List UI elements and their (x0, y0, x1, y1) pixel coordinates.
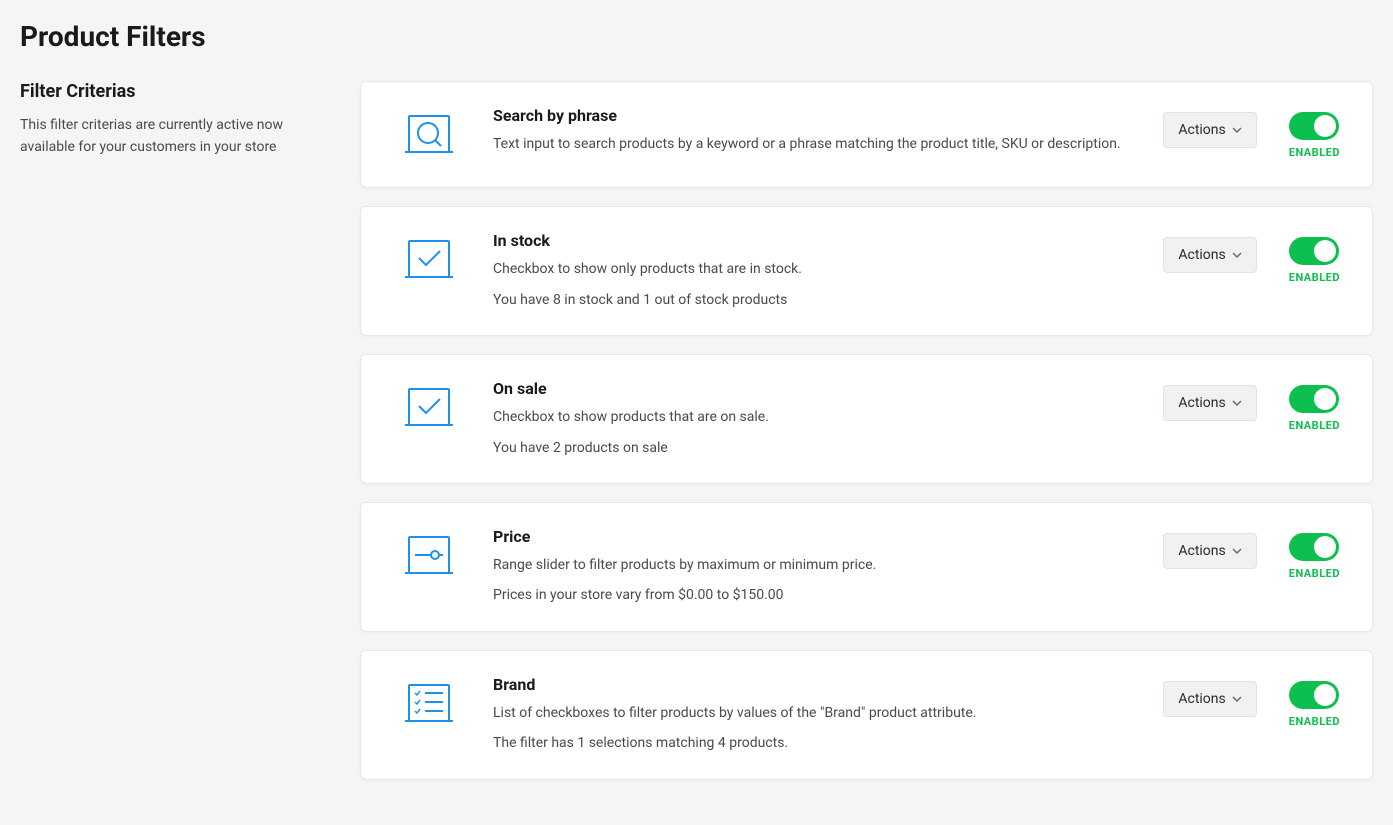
actions-label: Actions (1178, 122, 1225, 138)
actions-button[interactable]: Actions (1163, 533, 1256, 569)
sidebar: Filter Criterias This filter criterias a… (20, 81, 340, 798)
actions-button[interactable]: Actions (1163, 237, 1256, 273)
toggle-label: ENABLED (1289, 715, 1340, 728)
check-icon (393, 379, 493, 431)
toggle-label: ENABLED (1289, 419, 1340, 432)
search-icon (393, 106, 493, 158)
filter-title: Search by phrase (493, 106, 1163, 125)
actions-label: Actions (1178, 247, 1225, 263)
enable-toggle[interactable] (1289, 385, 1339, 413)
filter-meta: The filter has 1 selections matching 4 p… (493, 732, 1163, 754)
filter-title: On sale (493, 379, 1163, 398)
actions-button[interactable]: Actions (1163, 385, 1256, 421)
actions-label: Actions (1178, 543, 1225, 559)
filter-title: Price (493, 527, 1163, 546)
filter-description: Checkbox to show only products that are … (493, 258, 1163, 280)
filter-card-brand: Brand List of checkboxes to filter produ… (360, 650, 1373, 780)
actions-button[interactable]: Actions (1163, 112, 1256, 148)
sidebar-description: This filter criterias are currently acti… (20, 114, 340, 159)
chevron-down-icon (1232, 546, 1242, 556)
enable-toggle[interactable] (1289, 681, 1339, 709)
toggle-label: ENABLED (1289, 271, 1340, 284)
enable-toggle[interactable] (1289, 533, 1339, 561)
slider-icon (393, 527, 493, 579)
filter-card-on-sale: On sale Checkbox to show products that a… (360, 354, 1373, 484)
filter-meta: Prices in your store vary from $0.00 to … (493, 584, 1163, 606)
filter-meta: You have 2 products on sale (493, 437, 1163, 459)
enable-toggle[interactable] (1289, 237, 1339, 265)
chevron-down-icon (1232, 125, 1242, 135)
filter-card-search: Search by phrase Text input to search pr… (360, 81, 1373, 188)
filter-card-price: Price Range slider to filter products by… (360, 502, 1373, 632)
actions-button[interactable]: Actions (1163, 681, 1256, 717)
filter-description: Checkbox to show products that are on sa… (493, 406, 1163, 428)
check-icon (393, 231, 493, 283)
chevron-down-icon (1232, 250, 1242, 260)
page-title: Product Filters (20, 20, 1373, 53)
chevron-down-icon (1232, 398, 1242, 408)
filter-description: List of checkboxes to filter products by… (493, 702, 1163, 724)
toggle-label: ENABLED (1289, 146, 1340, 159)
filter-title: Brand (493, 675, 1163, 694)
filter-description: Text input to search products by a keywo… (493, 133, 1163, 155)
filter-list: Search by phrase Text input to search pr… (360, 81, 1373, 798)
filter-card-in-stock: In stock Checkbox to show only products … (360, 206, 1373, 336)
filter-title: In stock (493, 231, 1163, 250)
sidebar-title: Filter Criterias (20, 81, 340, 102)
actions-label: Actions (1178, 691, 1225, 707)
chevron-down-icon (1232, 694, 1242, 704)
filter-meta: You have 8 in stock and 1 out of stock p… (493, 289, 1163, 311)
enable-toggle[interactable] (1289, 112, 1339, 140)
filter-description: Range slider to filter products by maxim… (493, 554, 1163, 576)
toggle-label: ENABLED (1289, 567, 1340, 580)
list-icon (393, 675, 493, 727)
actions-label: Actions (1178, 395, 1225, 411)
